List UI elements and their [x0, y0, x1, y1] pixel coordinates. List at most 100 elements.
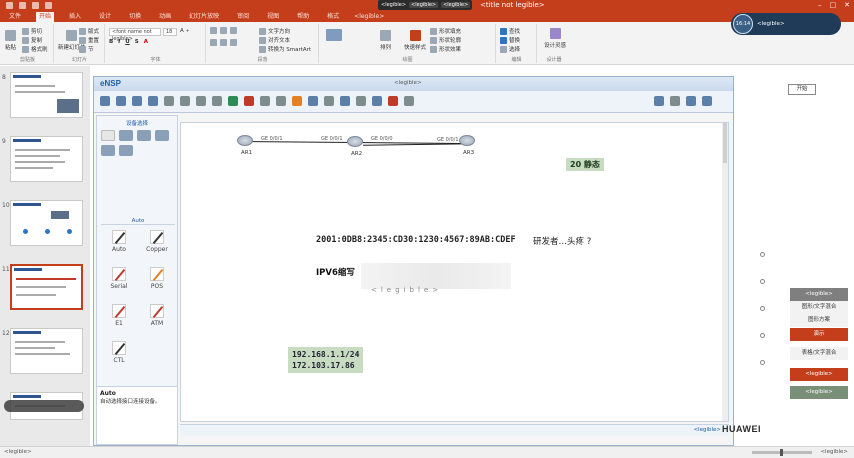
topology-canvas[interactable]: AR1 GE 0/0/1 AR2 GE 0/0/1 GE 0/0/0 AR3 G… — [180, 122, 729, 422]
tab-2[interactable]: 插入 — [66, 12, 84, 22]
scroll-dot[interactable] — [760, 279, 765, 284]
copy-button[interactable]: 复制 — [22, 36, 42, 44]
cut-button[interactable]: 剪切 — [22, 27, 42, 35]
firewall-category-icon[interactable] — [155, 130, 169, 141]
pc-category-icon[interactable] — [101, 145, 115, 156]
toolbar-tool-icon[interactable] — [228, 96, 238, 106]
cable-auto[interactable]: Auto — [101, 230, 137, 253]
meeting-button-2[interactable]: <legible> — [441, 2, 471, 8]
toolbar-tool-icon[interactable] — [196, 96, 206, 106]
router-ar1[interactable] — [237, 135, 253, 146]
shape-outline-button[interactable]: 形状轮廓 — [430, 36, 461, 44]
close-icon[interactable]: ✕ — [844, 1, 850, 9]
tell-me-search[interactable]: <legible> — [354, 12, 384, 22]
toolbar-tool-icon[interactable] — [356, 96, 366, 106]
find-button[interactable]: 查找 — [500, 27, 520, 35]
toolbar-tool-icon[interactable] — [116, 96, 126, 106]
reset-button[interactable]: 重置 — [79, 36, 99, 44]
zoom-slider[interactable] — [752, 449, 813, 456]
smartart-button[interactable]: 转换为 SmartArt — [259, 45, 311, 53]
right-pane-item[interactable]: 图形/文字混合 — [790, 301, 848, 314]
video-controls-overlay[interactable] — [4, 400, 84, 412]
toolbar-tool-icon[interactable] — [164, 96, 174, 106]
vertical-scrollbar[interactable] — [722, 123, 728, 421]
right-pane-item[interactable]: 表格/文字混合 — [790, 347, 848, 360]
wlan-category-icon[interactable] — [137, 130, 151, 141]
arrange-button[interactable]: 排列 — [380, 30, 391, 51]
font-size-select[interactable]: 18 — [163, 28, 177, 36]
numbering-icon[interactable] — [220, 27, 227, 34]
meeting-button-1[interactable]: <legible> — [409, 2, 439, 8]
undo-icon[interactable] — [19, 2, 26, 9]
toolbar-tool-icon[interactable] — [148, 96, 158, 106]
toolbar-tool-icon[interactable] — [292, 96, 302, 106]
shapes-button[interactable] — [326, 29, 342, 41]
slide-thumbnail[interactable] — [10, 200, 83, 246]
toolbar-tool-icon[interactable] — [212, 96, 222, 106]
toolbar-view-icon[interactable] — [654, 96, 664, 106]
section-button[interactable]: 节 — [79, 45, 94, 53]
slide-thumbnail[interactable] — [10, 72, 83, 118]
shape-effects-button[interactable]: 形状效果 — [430, 45, 461, 53]
strike-icon[interactable]: S — [135, 39, 139, 45]
right-pane-item[interactable]: <legible> — [790, 288, 848, 301]
start-button[interactable]: 开始 — [788, 84, 816, 95]
slide-thumbnail[interactable] — [10, 328, 83, 374]
tab-6[interactable]: 幻灯片放映 — [186, 12, 222, 22]
router-ar2[interactable] — [347, 136, 363, 147]
align-right-icon[interactable] — [230, 39, 237, 46]
cable-serial[interactable]: Serial — [101, 267, 137, 290]
paste-button[interactable]: 粘贴 — [5, 30, 16, 51]
slide-thumbnail[interactable] — [10, 136, 83, 182]
toolbar-tool-icon[interactable] — [324, 96, 334, 106]
right-pane-item[interactable]: <legible> — [790, 368, 848, 381]
tab-10[interactable]: 格式 — [324, 12, 342, 22]
cable-category-icon[interactable] — [101, 130, 115, 141]
shape-fill-button[interactable]: 形状填充 — [430, 27, 461, 35]
align-left-icon[interactable] — [210, 39, 217, 46]
zoom-level[interactable]: <legible> — [820, 449, 848, 455]
toolbar-tool-icon[interactable] — [276, 96, 286, 106]
right-pane-item[interactable]: <legible> — [790, 386, 848, 399]
cloud-category-icon[interactable] — [119, 145, 133, 156]
tab-5[interactable]: 动画 — [156, 12, 174, 22]
design-ideas-button[interactable]: 设计灵感 — [543, 28, 567, 49]
scroll-dot[interactable] — [760, 333, 765, 338]
switch-category-icon[interactable] — [119, 130, 133, 141]
scroll-dot[interactable] — [760, 360, 765, 365]
cable-ctl[interactable]: CTL — [101, 341, 137, 364]
cable-copper[interactable]: Copper — [139, 230, 175, 253]
cable-pos[interactable]: POS — [139, 267, 175, 290]
format-painter-button[interactable]: 格式刷 — [22, 45, 48, 53]
text-direction-button[interactable]: 文字方向 — [259, 27, 290, 35]
scroll-dot[interactable] — [760, 306, 765, 311]
ensp-status-text[interactable]: <legible> — [693, 427, 721, 433]
underline-icon[interactable]: U — [125, 39, 129, 45]
redo-icon[interactable] — [32, 2, 39, 9]
font-color-icon[interactable]: A — [144, 39, 148, 45]
cable-atm[interactable]: ATM — [139, 304, 175, 327]
toolbar-tool-icon[interactable] — [372, 96, 382, 106]
bullets-icon[interactable] — [210, 27, 217, 34]
toolbar-view-icon[interactable] — [686, 96, 696, 106]
tab-1[interactable]: 开始 — [36, 12, 55, 22]
select-button[interactable]: 选择 — [500, 45, 520, 53]
align-text-button[interactable]: 对齐文本 — [259, 36, 290, 44]
layout-button[interactable]: 版式 — [79, 27, 99, 35]
right-pane-item[interactable]: 图形方案 — [790, 314, 848, 327]
minimize-icon[interactable]: – — [818, 1, 822, 9]
toolbar-tool-icon[interactable] — [100, 96, 110, 106]
scroll-dot[interactable] — [760, 252, 765, 257]
toolbar-tool-icon[interactable] — [180, 96, 190, 106]
link-ar2-ar3[interactable] — [362, 143, 474, 146]
router-ar3[interactable] — [459, 135, 475, 146]
toolbar-tool-icon[interactable] — [132, 96, 142, 106]
italic-icon[interactable]: I — [118, 39, 120, 45]
toolbar-view-icon[interactable] — [702, 96, 712, 106]
tab-7[interactable]: 审阅 — [234, 12, 252, 22]
indent-icon[interactable] — [230, 27, 237, 34]
slide-thumbnail-panel[interactable]: 8 9 10 11 12 — [0, 66, 90, 446]
toolbar-tool-icon[interactable] — [244, 96, 254, 106]
toolbar-tool-icon[interactable] — [340, 96, 350, 106]
right-pane-item[interactable]: 演示 — [790, 328, 848, 341]
